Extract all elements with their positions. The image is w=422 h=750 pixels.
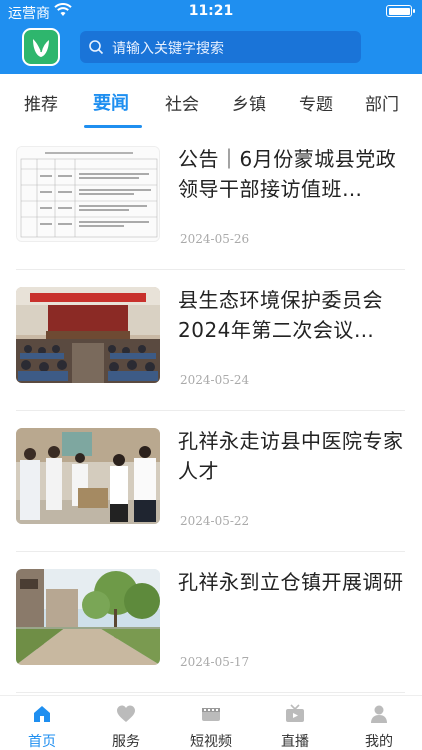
- bottom-nav: 首页 服务 短视频 直播 我的: [0, 695, 422, 750]
- leaf-icon: [33, 38, 50, 57]
- nav-services[interactable]: 服务: [96, 704, 156, 750]
- news-item[interactable]: 县生态环境保护委员会2024年第二次会议… 2024-05-24: [0, 271, 422, 411]
- nav-label: 短视频: [190, 734, 232, 750]
- news-thumbnail: [16, 146, 160, 242]
- film-icon: [202, 708, 220, 721]
- nav-home[interactable]: 首页: [12, 704, 72, 750]
- divider: [16, 410, 405, 411]
- news-date: 2024-05-26: [180, 232, 250, 246]
- tab-headlines[interactable]: 要闻: [93, 89, 129, 115]
- news-thumbnail: [16, 287, 160, 383]
- category-tabs: 推荐 要闻 社会 乡镇 专题 部门: [0, 74, 422, 130]
- nav-label: 我的: [365, 734, 393, 750]
- tab-recommend[interactable]: 推荐: [24, 90, 58, 115]
- tab-topics[interactable]: 专题: [299, 90, 333, 115]
- nav-label: 服务: [112, 734, 140, 750]
- search-icon: [89, 40, 104, 55]
- status-bar: 运营商 11:21: [0, 0, 422, 22]
- active-tab-indicator: [84, 125, 142, 128]
- battery-icon: [386, 5, 415, 17]
- tab-departments[interactable]: 部门: [365, 90, 399, 115]
- news-title[interactable]: 孔祥永到立仓镇开展调研: [178, 567, 406, 597]
- news-title[interactable]: 县生态环境保护委员会2024年第二次会议…: [178, 285, 406, 345]
- divider: [16, 551, 405, 552]
- news-date: 2024-05-22: [180, 514, 250, 528]
- news-title[interactable]: 公告｜6月份蒙城县党政领导干部接访值班…: [178, 144, 406, 204]
- tab-society[interactable]: 社会: [165, 90, 199, 115]
- news-item[interactable]: 孔祥永走访县中医院专家人才 2024-05-22: [0, 412, 422, 552]
- tab-towns[interactable]: 乡镇: [232, 90, 266, 115]
- news-item[interactable]: 孔祥永到立仓镇开展调研 2024-05-17: [0, 553, 422, 693]
- news-title[interactable]: 孔祥永走访县中医院专家人才: [178, 426, 406, 486]
- divider: [16, 692, 405, 693]
- app-header: 运营商 11:21 请输入关键字搜索: [0, 0, 422, 74]
- tv-icon: [286, 704, 304, 722]
- user-icon: [371, 705, 387, 723]
- nav-label: 直播: [281, 734, 309, 750]
- clock: 11:21: [188, 3, 234, 19]
- news-date: 2024-05-24: [180, 373, 250, 387]
- search-placeholder: 请输入关键字搜索: [112, 41, 224, 57]
- app-logo[interactable]: [22, 28, 60, 66]
- nav-short-video[interactable]: 短视频: [181, 704, 241, 750]
- heart-icon: [117, 705, 135, 722]
- news-thumbnail: [16, 569, 160, 665]
- news-item[interactable]: 公告｜6月份蒙城县党政领导干部接访值班… 2024-05-26: [0, 130, 422, 270]
- news-date: 2024-05-17: [180, 655, 250, 669]
- search-bar[interactable]: 请输入关键字搜索: [80, 31, 361, 63]
- nav-label: 首页: [28, 734, 56, 750]
- news-thumbnail: [16, 428, 160, 524]
- nav-profile[interactable]: 我的: [349, 704, 409, 750]
- home-icon: [34, 706, 50, 722]
- divider: [16, 269, 405, 270]
- nav-live[interactable]: 直播: [265, 704, 325, 750]
